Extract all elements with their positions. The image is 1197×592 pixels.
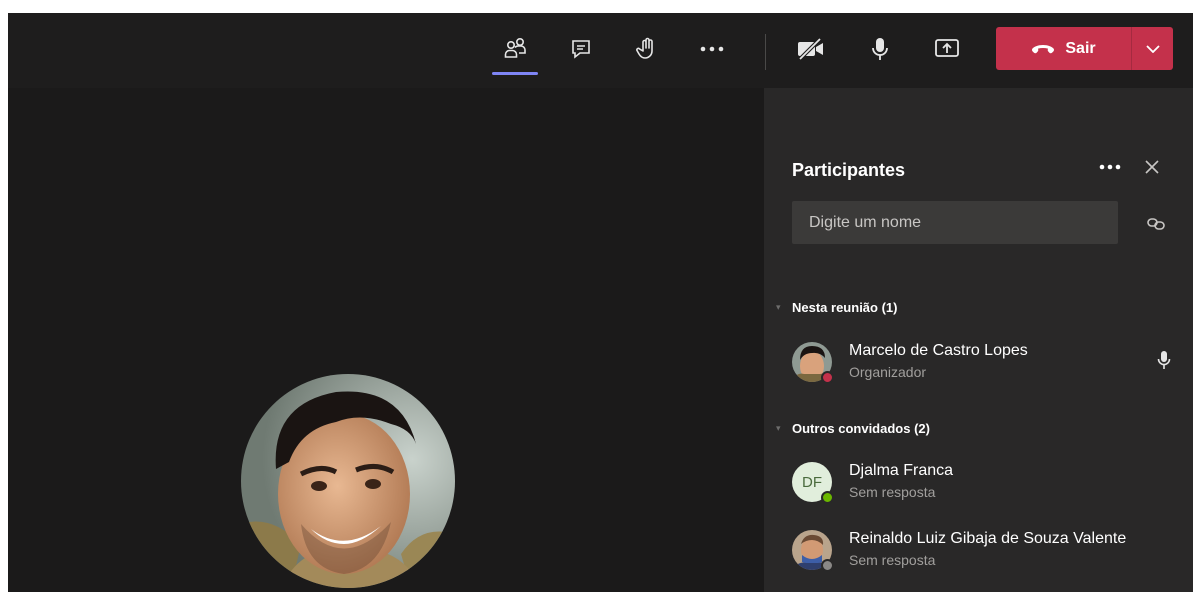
participant-name: Reinaldo Luiz Gibaja de Souza Valente [849, 530, 1127, 547]
participants-icon [504, 37, 526, 58]
participant-row[interactable]: Reinaldo Luiz Gibaja de Souza Valente Se… [792, 526, 1182, 574]
meeting-toolbar: Sair [8, 13, 1193, 88]
participant-role: Organizador [849, 364, 927, 380]
section-label: Nesta reunião (1) [792, 300, 898, 315]
leave-options-button[interactable] [1132, 27, 1173, 70]
chevron-down-icon: ▾ [776, 302, 781, 312]
participant-row[interactable]: Marcelo de Castro Lopes Organizador [792, 338, 1182, 386]
panel-close-button[interactable] [1136, 151, 1168, 183]
participant-name: Djalma Franca [849, 462, 954, 479]
section-label: Outros convidados (2) [792, 421, 930, 436]
more-icon [700, 46, 724, 52]
speaker-avatar [241, 374, 455, 588]
panel-title: Participantes [792, 160, 906, 180]
hand-icon [636, 37, 653, 59]
participant-name: Marcelo de Castro Lopes [849, 342, 1028, 359]
close-icon [1145, 160, 1159, 174]
share-screen-button[interactable] [927, 29, 967, 69]
leave-button[interactable]: Sair [996, 27, 1131, 70]
camera-toggle-button[interactable] [791, 29, 831, 69]
participants-button[interactable] [495, 29, 535, 69]
camera-off-icon [798, 37, 823, 61]
raise-hand-button[interactable] [627, 29, 667, 69]
toolbar-divider [765, 34, 766, 70]
active-tab-indicator [492, 72, 538, 75]
participant-role: Sem resposta [849, 484, 936, 500]
participant-row[interactable]: DF Djalma Franca Sem resposta [792, 458, 1182, 506]
leave-label: Sair [1065, 39, 1096, 57]
link-icon [1147, 218, 1165, 230]
chat-button[interactable] [561, 29, 601, 69]
mic-icon [1157, 351, 1171, 369]
participants-panel: Participantes ▾ Nesta reunião (1) [764, 88, 1193, 592]
video-stage [8, 88, 764, 592]
participant-search-input[interactable] [792, 201, 1118, 244]
teams-meeting-window: Sair Participantes Digite um nome ▾ Nest… [8, 13, 1193, 592]
status-badge [821, 371, 834, 384]
section-other-invitees[interactable]: ▾ Outros convidados (2) [776, 421, 930, 436]
panel-more-button[interactable] [1092, 151, 1128, 183]
share-screen-icon [935, 39, 959, 57]
hang-up-icon [1032, 44, 1055, 53]
chat-icon [572, 40, 590, 59]
participant-mic-button[interactable] [1152, 348, 1176, 372]
more-icon [1099, 164, 1121, 170]
mic-icon [872, 38, 888, 60]
leave-control: Sair [996, 27, 1173, 70]
more-actions-button[interactable] [692, 29, 732, 69]
mic-toggle-button[interactable] [860, 29, 900, 69]
status-badge [821, 491, 834, 504]
share-invite-link-button[interactable] [1142, 210, 1170, 238]
chevron-down-icon [1145, 44, 1160, 53]
participant-role: Sem resposta [849, 552, 936, 568]
section-in-meeting[interactable]: ▾ Nesta reunião (1) [776, 300, 897, 315]
status-badge [821, 559, 834, 572]
chevron-down-icon: ▾ [776, 423, 781, 433]
